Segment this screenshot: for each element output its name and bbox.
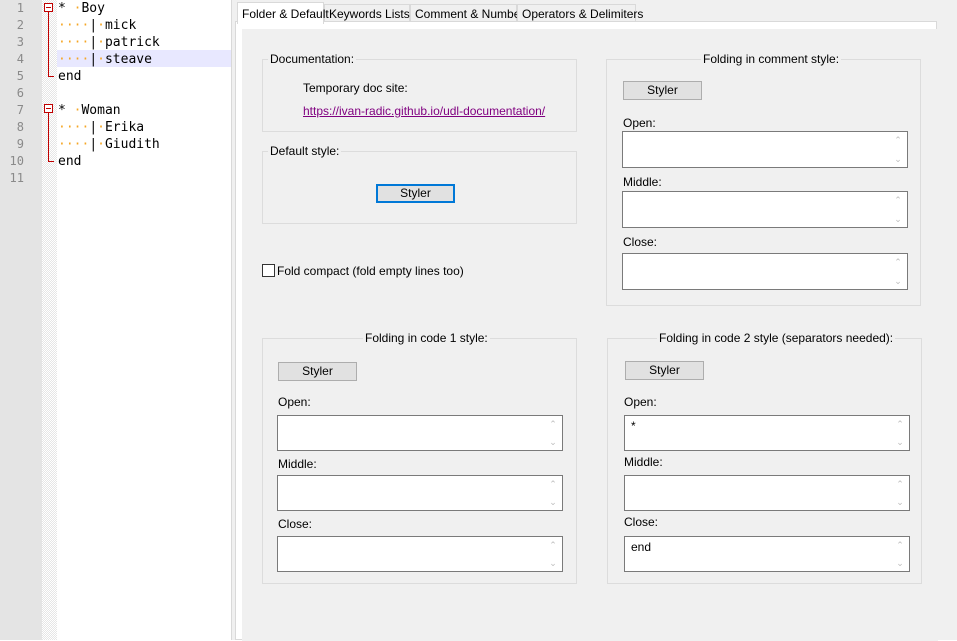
code-line[interactable]: end [58, 68, 81, 85]
comment-style-group: Folding in comment style: Styler Open: ⌃… [606, 52, 921, 306]
scrollbar[interactable]: ⌃ ⌄ [893, 478, 907, 508]
scroll-up-icon[interactable]: ⌃ [894, 136, 902, 145]
fold-collapse-icon[interactable] [44, 104, 53, 113]
scroll-up-icon[interactable]: ⌃ [549, 420, 557, 429]
scroll-up-icon[interactable]: ⌃ [894, 196, 902, 205]
tab-comment-number[interactable]: Comment & Number [410, 4, 524, 22]
scroll-down-icon[interactable]: ⌄ [549, 498, 557, 507]
comment-styler-button[interactable]: Styler [623, 81, 702, 100]
scrollbar[interactable]: ⌃ ⌄ [891, 134, 905, 165]
comment-middle-input[interactable]: ⌃ ⌄ [622, 191, 908, 228]
scroll-up-icon[interactable]: ⌃ [896, 480, 904, 489]
comment-close-label: Close: [623, 235, 658, 249]
code-line[interactable]: end [58, 153, 81, 170]
tab-folder-default[interactable]: Folder & Default [237, 2, 329, 24]
line-number: 10 [9, 154, 24, 168]
comment-open-label: Open: [623, 116, 656, 130]
code1-style-title: Folding in code 1 style: [363, 331, 490, 345]
scroll-up-icon[interactable]: ⌃ [549, 541, 557, 550]
code-line[interactable]: ····|·patrick [58, 34, 160, 51]
scrollbar[interactable]: ⌃ ⌄ [893, 539, 907, 569]
comment-close-input[interactable]: ⌃ ⌄ [622, 253, 908, 290]
scroll-up-icon[interactable]: ⌃ [549, 480, 557, 489]
doc-site-label: Temporary doc site: [303, 81, 408, 95]
scroll-down-icon[interactable]: ⌄ [894, 277, 902, 286]
fold-end-marker [48, 76, 54, 77]
code2-middle-input[interactable]: ⌃ ⌄ [624, 475, 910, 511]
tab-keywords-lists[interactable]: Keywords Lists [324, 4, 410, 22]
code1-style-group: Folding in code 1 style: Styler Open: ⌃ ⌄… [262, 331, 577, 584]
code-line[interactable]: ····|·mick [58, 17, 136, 34]
code-line[interactable]: ····|·Giudith [58, 136, 160, 153]
default-style-group: Default style: Styler [262, 144, 577, 224]
fold-line [48, 12, 49, 76]
udl-dialog: Folder & Default Keywords Lists Comment … [231, 0, 957, 641]
scrollbar[interactable]: ⌃ ⌄ [546, 418, 560, 448]
code-editor[interactable]: 1 2 3 4 5 6 7 8 9 10 11 * ·Boy ····|·mic… [0, 0, 231, 640]
scroll-up-icon[interactable]: ⌃ [894, 258, 902, 267]
scroll-down-icon[interactable]: ⌄ [894, 155, 902, 164]
scroll-down-icon[interactable]: ⌄ [549, 438, 557, 447]
code1-close-label: Close: [278, 517, 313, 531]
line-number: 11 [9, 171, 24, 185]
code1-close-input[interactable]: ⌃ ⌄ [277, 536, 563, 572]
comment-middle-label: Middle: [623, 175, 662, 189]
fold-margin[interactable] [42, 0, 57, 640]
fold-collapse-icon[interactable] [44, 3, 53, 12]
code-line[interactable]: ····|·Erika [58, 119, 144, 136]
comment-open-input[interactable]: ⌃ ⌄ [622, 131, 908, 168]
code1-styler-button[interactable]: Styler [278, 362, 357, 381]
line-number: 6 [16, 86, 24, 100]
scroll-up-icon[interactable]: ⌃ [896, 420, 904, 429]
tab-pane: Documentation: Temporary doc site: https… [235, 21, 938, 641]
fold-end-marker [48, 161, 54, 162]
code2-close-label: Close: [624, 515, 659, 529]
code2-middle-label: Middle: [624, 455, 663, 469]
code1-middle-input[interactable]: ⌃ ⌄ [277, 475, 563, 511]
fold-compact-checkbox[interactable] [262, 264, 275, 277]
line-number-gutter: 1 2 3 4 5 6 7 8 9 10 11 [0, 0, 42, 640]
fold-compact-label[interactable]: Fold compact (fold empty lines too) [277, 264, 464, 278]
default-styler-button[interactable]: Styler [376, 184, 455, 203]
fold-line [48, 113, 49, 161]
line-number: 2 [16, 18, 24, 32]
scrollbar[interactable]: ⌃ ⌄ [893, 418, 907, 448]
code2-style-group: Folding in code 2 style (separators need… [607, 331, 922, 584]
scroll-down-icon[interactable]: ⌄ [894, 215, 902, 224]
code2-open-input[interactable]: * ⌃ ⌄ [624, 415, 910, 451]
line-number: 9 [16, 137, 24, 151]
scrollbar[interactable]: ⌃ ⌄ [546, 478, 560, 508]
scroll-down-icon[interactable]: ⌄ [896, 559, 904, 568]
scroll-down-icon[interactable]: ⌄ [549, 559, 557, 568]
code1-middle-label: Middle: [278, 457, 317, 471]
scrollbar[interactable]: ⌃ ⌄ [546, 539, 560, 569]
scroll-down-icon[interactable]: ⌄ [896, 438, 904, 447]
line-number: 7 [16, 103, 24, 117]
folder-default-panel: Documentation: Temporary doc site: https… [242, 29, 938, 641]
doc-site-link[interactable]: https://ivan-radic.github.io/udl-documen… [303, 104, 545, 118]
code2-styler-button[interactable]: Styler [625, 361, 704, 380]
line-number: 5 [16, 69, 24, 83]
scroll-up-icon[interactable]: ⌃ [896, 541, 904, 550]
default-style-title: Default style: [268, 144, 342, 158]
line-number: 3 [16, 35, 24, 49]
documentation-group: Documentation: Temporary doc site: https… [262, 52, 577, 132]
code1-open-input[interactable]: ⌃ ⌄ [277, 415, 563, 451]
tab-operators-delimiters[interactable]: Operators & Delimiters [517, 4, 643, 22]
line-number: 1 [16, 1, 24, 15]
code-line[interactable]: ····|·steave [58, 51, 152, 68]
code2-close-input[interactable]: end ⌃ ⌄ [624, 536, 910, 572]
code1-open-label: Open: [278, 395, 311, 409]
scrollbar[interactable]: ⌃ ⌄ [891, 194, 905, 225]
scrollbar[interactable]: ⌃ ⌄ [891, 256, 905, 287]
code-line[interactable]: * ·Boy [58, 0, 105, 17]
documentation-title: Documentation: [268, 52, 357, 66]
code2-style-title: Folding in code 2 style (separators need… [657, 331, 896, 345]
line-number: 8 [16, 120, 24, 134]
line-number: 4 [16, 52, 24, 66]
scroll-down-icon[interactable]: ⌄ [896, 498, 904, 507]
code-line[interactable]: * ·Woman [58, 102, 121, 119]
code2-open-label: Open: [624, 395, 657, 409]
comment-style-title: Folding in comment style: [701, 52, 842, 66]
